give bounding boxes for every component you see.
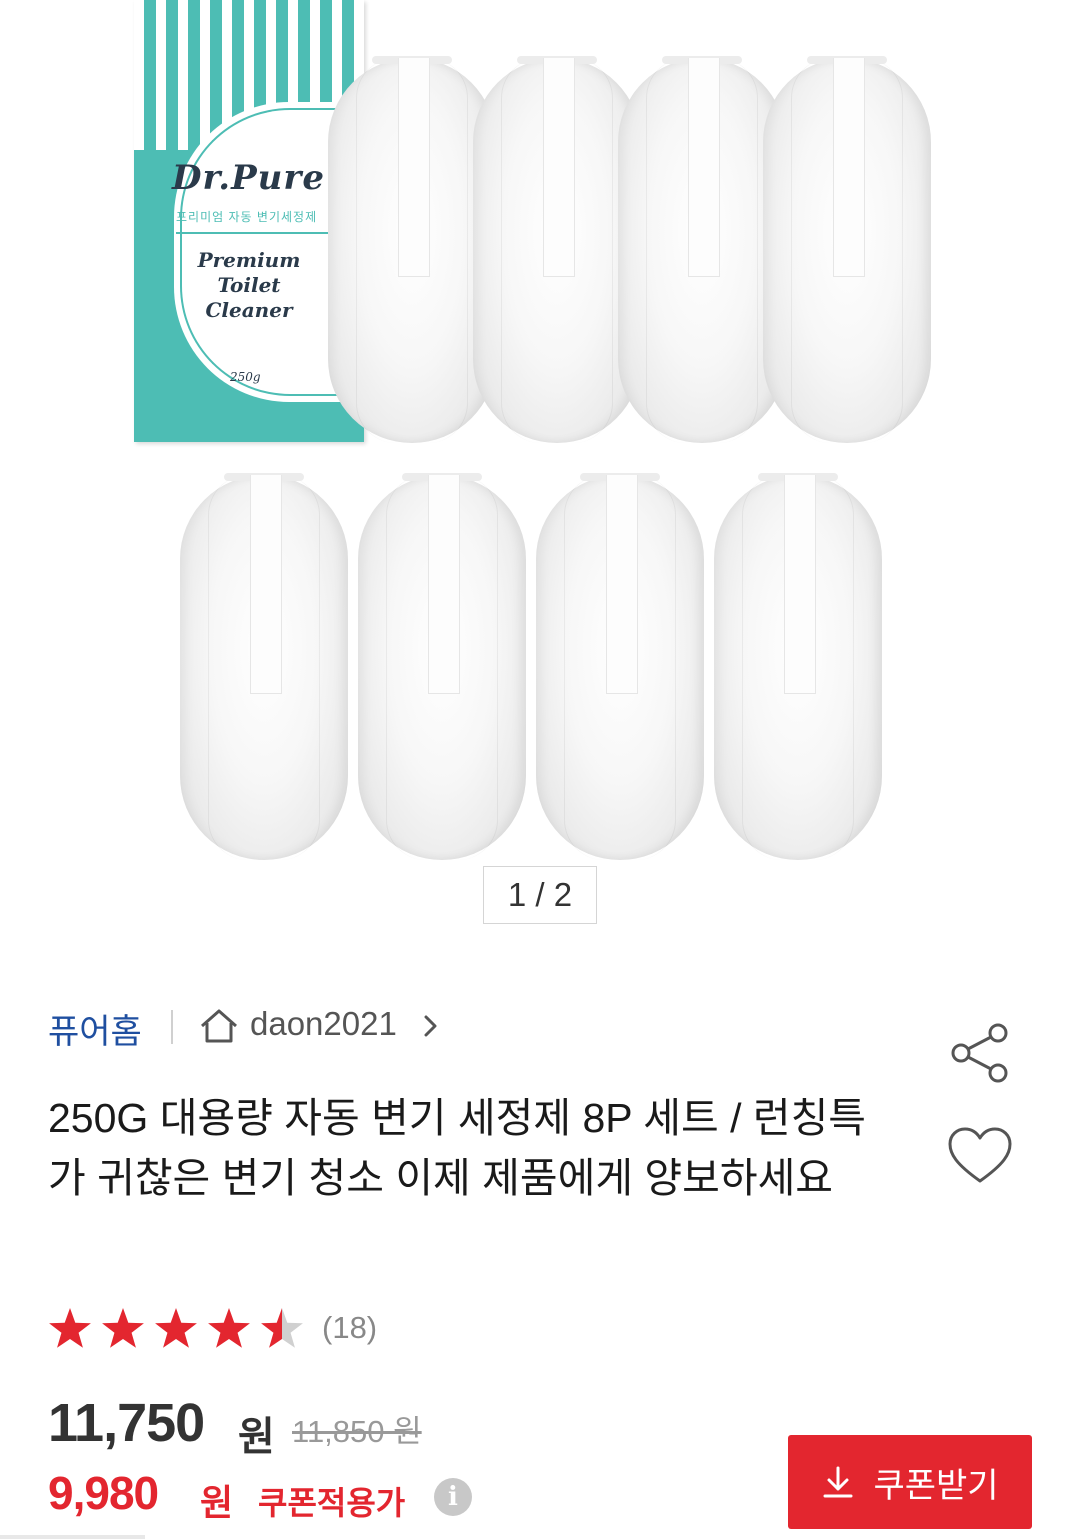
- heart-icon[interactable]: [946, 1126, 1014, 1186]
- rating-stars: [49, 1308, 303, 1348]
- product-image[interactable]: Dr.Pure 프리미엄 자동 변기세정제 Premium Toilet Cle…: [0, 0, 1080, 940]
- product-pod: [536, 473, 704, 860]
- home-icon[interactable]: [198, 1008, 240, 1044]
- info-icon[interactable]: i: [434, 1478, 472, 1516]
- star-icon: [102, 1308, 144, 1348]
- chevron-right-icon[interactable]: [422, 1014, 440, 1038]
- star-icon: [208, 1308, 250, 1348]
- price-unit: 원: [238, 1415, 275, 1459]
- product-pod: [328, 56, 496, 443]
- download-icon: [823, 1466, 853, 1498]
- star-icon: [155, 1308, 197, 1348]
- product-pod: [763, 56, 931, 443]
- box-weight: 250g: [230, 370, 261, 384]
- product-pod: [714, 473, 882, 860]
- coupon-price-label: 쿠폰적용가: [258, 1485, 406, 1521]
- image-pager: 1 / 2: [483, 866, 597, 924]
- box-subtitle: 프리미엄 자동 변기세정제: [176, 210, 318, 224]
- product-pod: [180, 473, 348, 860]
- original-price: 11,850 원: [292, 1414, 422, 1449]
- share-icon[interactable]: [948, 1022, 1012, 1084]
- star-icon: [261, 1308, 303, 1348]
- product-pod: [618, 56, 786, 443]
- get-coupon-button[interactable]: 쿠폰받기: [788, 1435, 1032, 1529]
- seller-link[interactable]: daon2021: [250, 1005, 397, 1043]
- product-pod: [473, 56, 641, 443]
- sale-price: 11,750: [48, 1393, 205, 1453]
- box-brand: Dr.Pure: [172, 158, 325, 198]
- coupon-price: 9,980: [48, 1467, 159, 1519]
- shop-name-link[interactable]: 퓨어홈: [48, 1004, 142, 1053]
- coupon-price-unit: 원: [200, 1482, 234, 1523]
- product-title: 250G 대용량 자동 변기 세정제 8P 세트 / 런칭특가 귀찮은 변기 청…: [48, 1095, 867, 1201]
- star-icon: [49, 1308, 91, 1348]
- product-pod: [358, 473, 526, 860]
- divider: [0, 1535, 145, 1539]
- box-product-name: Premium Toilet Cleaner: [197, 248, 301, 322]
- review-count[interactable]: (18): [322, 1310, 377, 1346]
- get-coupon-label: 쿠폰받기: [873, 1466, 999, 1505]
- divider: [171, 1010, 173, 1044]
